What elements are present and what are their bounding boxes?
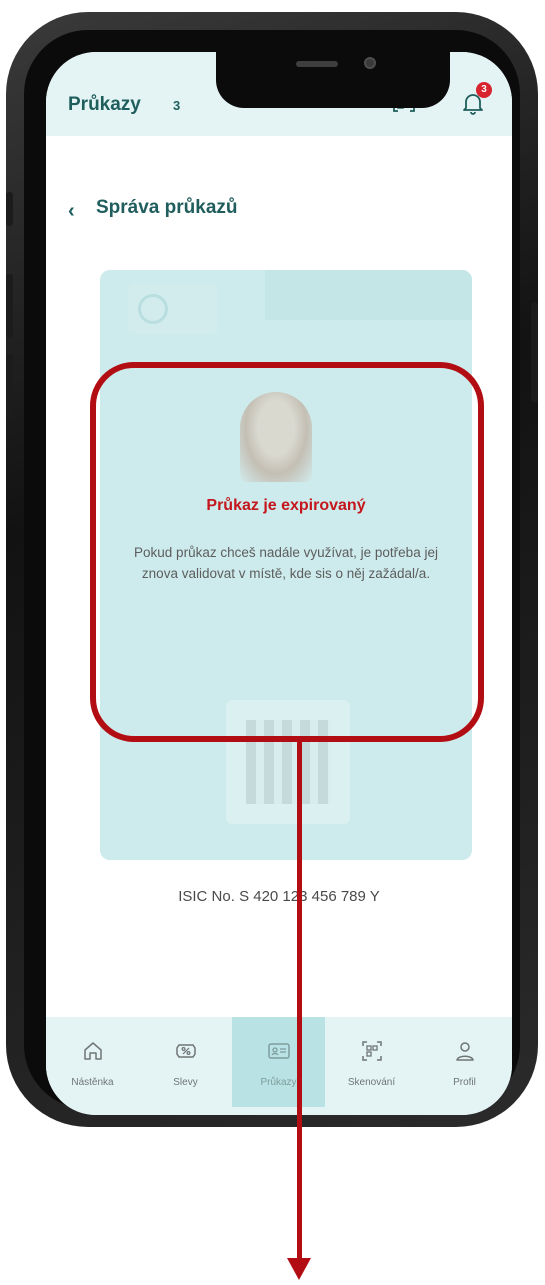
volume-up-button [6, 274, 13, 338]
isic-number: ISIC No. S 420 123 456 789 Y [178, 888, 380, 905]
tab-prukazy[interactable]: Průkazy [232, 1017, 325, 1107]
tab-label: Průkazy [260, 1077, 297, 1088]
notification-badge: 3 [476, 82, 492, 98]
speaker-grille [296, 61, 338, 67]
volume-down-button [6, 354, 13, 418]
page-title: Průkazy [68, 94, 141, 115]
tab-label: Nástěnka [71, 1077, 114, 1088]
mute-switch [6, 192, 13, 226]
annotation-highlight-box [90, 362, 484, 742]
home-icon [84, 1042, 102, 1060]
tab-label: Profil [453, 1077, 476, 1088]
card-count: 3 [173, 98, 181, 113]
tab-profil[interactable]: Profil [418, 1017, 511, 1107]
chevron-left-icon[interactable]: ‹ [68, 200, 75, 223]
tab-label: Skenování [347, 1077, 396, 1088]
tab-nastenka[interactable]: Nástěnka [46, 1017, 139, 1107]
tab-skenovani[interactable]: Skenování [325, 1017, 418, 1107]
id-card-icon [268, 1043, 290, 1059]
annotation-arrow-line [297, 742, 302, 1259]
tab-label: Slevy [173, 1077, 198, 1088]
qr-scan-icon [362, 1041, 382, 1061]
bottom-tab-bar: Nástěnka Slevy Průkazy Skenování Profil [46, 1017, 512, 1115]
phone-notch [216, 52, 450, 108]
user-icon [456, 1042, 474, 1061]
section-title: Správa průkazů [96, 197, 238, 218]
front-camera [364, 57, 376, 69]
discount-icon [176, 1044, 196, 1058]
annotation-arrow-head [287, 1258, 311, 1280]
tab-slevy[interactable]: Slevy [139, 1017, 232, 1107]
power-button [531, 302, 538, 402]
